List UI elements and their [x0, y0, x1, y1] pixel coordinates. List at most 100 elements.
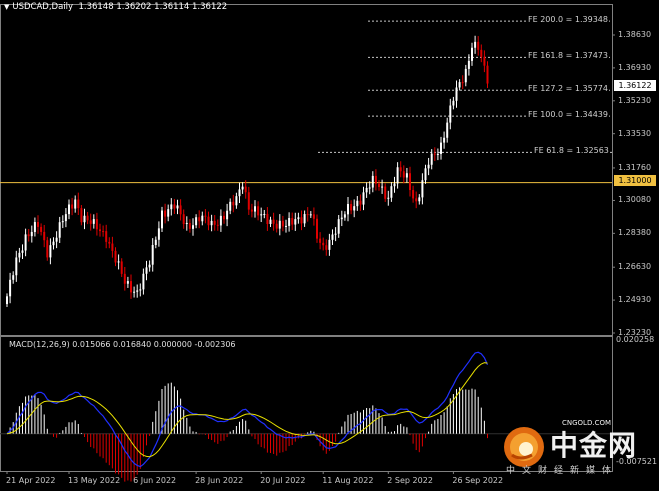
candle-body	[396, 167, 399, 184]
candle-body	[9, 279, 12, 297]
candle-body	[381, 186, 384, 188]
candle-body	[294, 219, 297, 225]
candle-body	[99, 229, 101, 232]
candle-body	[275, 223, 278, 229]
candle-body	[446, 122, 449, 138]
candle-body	[384, 186, 387, 199]
ohlc-readout: 1.36148 1.36202 1.36114 1.36122	[78, 2, 228, 12]
candle-body	[92, 219, 95, 224]
candle-body	[120, 261, 123, 274]
candle-body	[430, 153, 433, 165]
date-tick-label: 20 Jul 2022	[260, 476, 306, 485]
candle-body	[27, 234, 30, 237]
candle-body	[105, 231, 108, 242]
candle-body	[337, 219, 340, 234]
candle-body	[15, 257, 18, 276]
candle-body	[266, 213, 269, 224]
candle-body	[151, 244, 154, 265]
fib-level-label: FE 100.0 = 1.34439	[527, 110, 609, 121]
watermark: CNGOLD.COM 中金网 中文财经新媒体	[502, 419, 652, 476]
candle-body	[188, 222, 191, 229]
price-tick-label: 1.28380	[618, 228, 652, 238]
watermark-brand: 中金网	[550, 429, 638, 462]
candle-body	[340, 217, 343, 220]
trading-terminal: ▼ USDCAD,Daily 1.36148 1.36202 1.36114 1.…	[0, 0, 659, 491]
candle-body	[486, 65, 489, 84]
candle-body	[173, 204, 176, 209]
candle-body	[436, 153, 439, 155]
candle-body	[281, 220, 284, 227]
candle-body	[300, 217, 303, 224]
macd-scale-top: 0.020258	[616, 335, 655, 344]
candle-body	[241, 186, 244, 190]
candle-body	[238, 189, 241, 197]
candle-body	[40, 226, 43, 232]
candle-body	[418, 197, 421, 202]
candle-body	[142, 273, 145, 290]
candle-body	[176, 205, 179, 209]
candle-body	[58, 222, 61, 238]
price-tick-label: 1.33530	[618, 128, 652, 138]
candle-body	[136, 290, 139, 292]
candle-body	[449, 105, 452, 123]
candle-body	[427, 164, 430, 169]
candle-body	[77, 199, 80, 209]
candle-body	[21, 250, 24, 253]
candle-body	[64, 214, 67, 222]
candle-body	[55, 237, 58, 242]
candle-body	[393, 183, 396, 187]
candle-body	[319, 238, 322, 243]
candle-body	[328, 239, 331, 250]
candle-body	[182, 214, 185, 224]
candle-body	[471, 47, 473, 61]
candle-body	[254, 206, 256, 212]
candle-body	[219, 215, 222, 226]
candle-body	[232, 201, 235, 206]
candle-body	[24, 234, 27, 251]
candle-body	[244, 186, 247, 193]
candle-body	[464, 68, 467, 83]
candle-body	[6, 296, 8, 305]
candle-body	[86, 215, 89, 221]
price-tick-label: 1.38630	[618, 30, 652, 39]
candle-body	[347, 204, 349, 215]
candle-body	[18, 252, 21, 258]
candle-body	[111, 243, 114, 251]
candle-body	[102, 231, 105, 233]
candle-body	[325, 245, 328, 250]
fib-level-label: FE 127.2 = 1.35774	[527, 84, 609, 95]
candle-body	[49, 245, 52, 258]
candle-body	[452, 100, 455, 106]
date-tick-label: 21 Apr 2022	[6, 476, 56, 485]
candle-body	[201, 215, 204, 222]
candle-body	[83, 215, 86, 223]
candle-body	[474, 41, 477, 48]
chart-canvas[interactable]	[0, 0, 659, 491]
candle-body	[350, 204, 353, 211]
candle-body	[374, 175, 377, 184]
candle-body	[192, 225, 194, 229]
candle-body	[164, 210, 167, 217]
candle-body	[390, 186, 393, 198]
triangle-down-icon[interactable]: ▼	[4, 3, 9, 11]
candle-body	[133, 291, 136, 293]
candle-body	[409, 173, 411, 191]
candle-body	[33, 222, 36, 232]
candle-body	[415, 198, 418, 202]
candle-body	[216, 224, 219, 226]
candle-body	[126, 281, 129, 284]
candle-body	[148, 264, 151, 268]
fib-level-label: FE 61.8 = 1.32563	[533, 146, 610, 157]
candle-body	[356, 200, 359, 207]
candle-body	[260, 214, 263, 216]
candle-body	[198, 217, 201, 222]
date-tick-label: 2 Sep 2022	[387, 476, 433, 485]
candle-body	[272, 219, 275, 224]
candle-body	[458, 82, 461, 88]
candle-body	[483, 56, 486, 66]
candle-body	[154, 239, 157, 245]
candle-body	[343, 214, 346, 218]
candle-body	[130, 281, 132, 293]
candle-body	[167, 209, 170, 217]
candle-body	[89, 220, 92, 224]
